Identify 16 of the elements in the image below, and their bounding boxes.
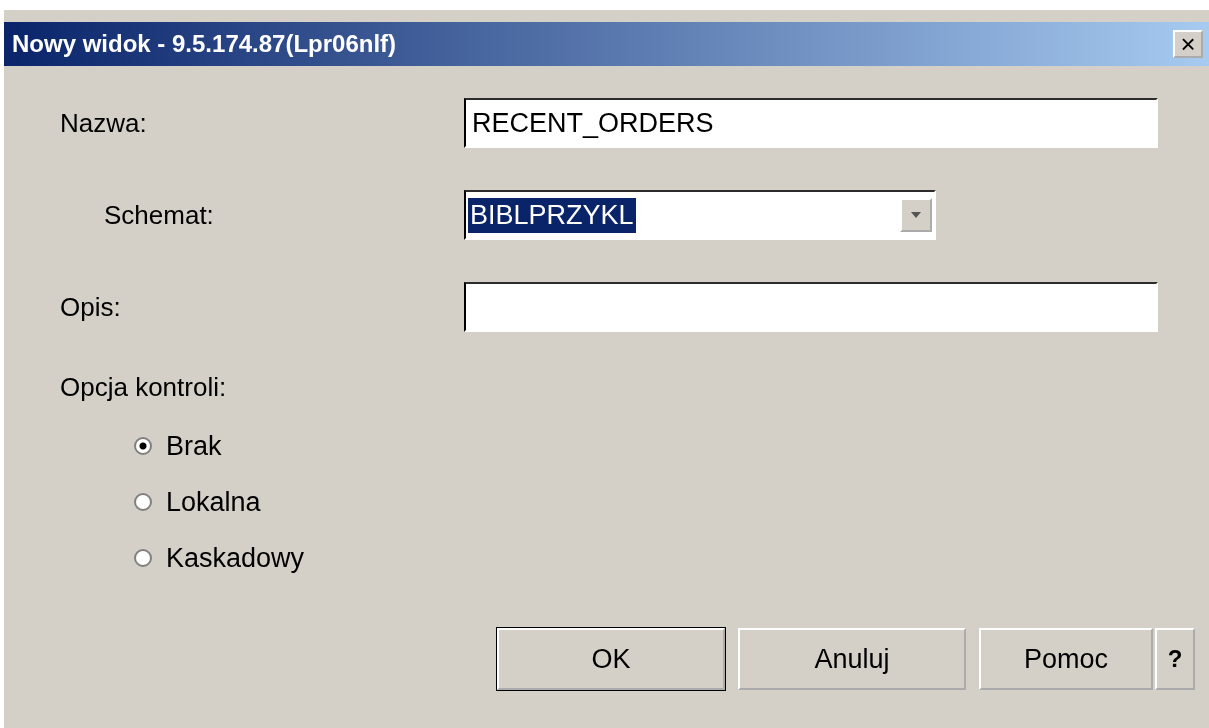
dialog-button[interactable]: Anuluj	[738, 628, 966, 690]
field-label: Nazwa:	[59, 107, 148, 139]
field-label: Schemat:	[103, 199, 215, 231]
text-field[interactable]: RECENT_ORDERS	[464, 98, 1158, 148]
help-button[interactable]: ?	[1155, 628, 1195, 690]
text-field[interactable]	[464, 282, 1158, 332]
radio-option[interactable]: Brak	[134, 418, 222, 474]
dialog-button[interactable]: Pomoc	[979, 628, 1153, 690]
group-label: Opcja kontroli:	[59, 372, 228, 404]
field-label: Opis:	[59, 291, 122, 323]
dialog-button[interactable]: OK	[497, 628, 725, 690]
close-button[interactable]: ×	[1173, 30, 1203, 58]
radio-option[interactable]: Lokalna	[134, 474, 261, 530]
schema-dropdown[interactable]: BIBLPRZYKL	[464, 190, 936, 240]
radio-option[interactable]: Kaskadowy	[134, 530, 305, 586]
window-title: Nowy widok - 9.5.174.87(Lpr06nlf)	[12, 30, 397, 58]
